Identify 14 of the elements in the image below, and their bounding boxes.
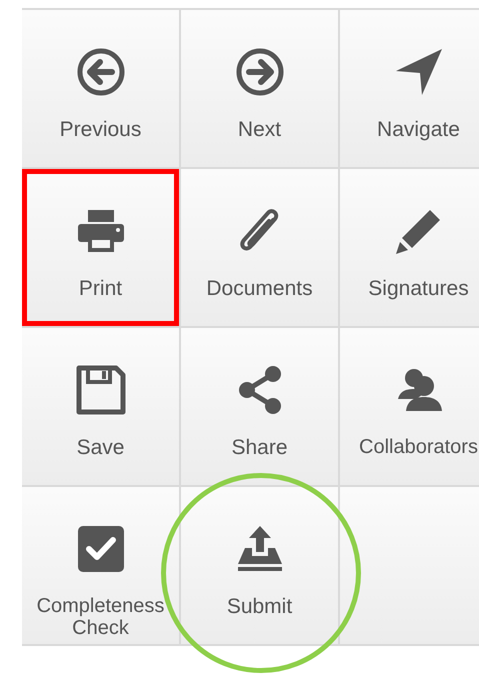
toolbar-button[interactable]: Submit (181, 487, 338, 644)
toolbar-button[interactable]: Documents (181, 169, 338, 326)
toolbar-button[interactable]: Completeness Check (22, 487, 179, 644)
right-arrow-circle-icon (234, 47, 284, 97)
toolbar-button[interactable]: Previous (22, 10, 179, 167)
left-arrow-circle-icon (76, 47, 126, 97)
location-arrow-icon (394, 47, 444, 97)
checkbox-icon (76, 524, 126, 574)
toolbar-button[interactable]: Next (181, 10, 338, 167)
toolbar-button[interactable]: Signatures (340, 169, 479, 326)
toolbar-button[interactable]: Collaborators (340, 328, 479, 485)
toolbar-button[interactable]: Share (181, 328, 338, 485)
toolbar-button[interactable]: Save (22, 328, 179, 485)
toolbar-button[interactable]: Navigate (340, 10, 479, 167)
